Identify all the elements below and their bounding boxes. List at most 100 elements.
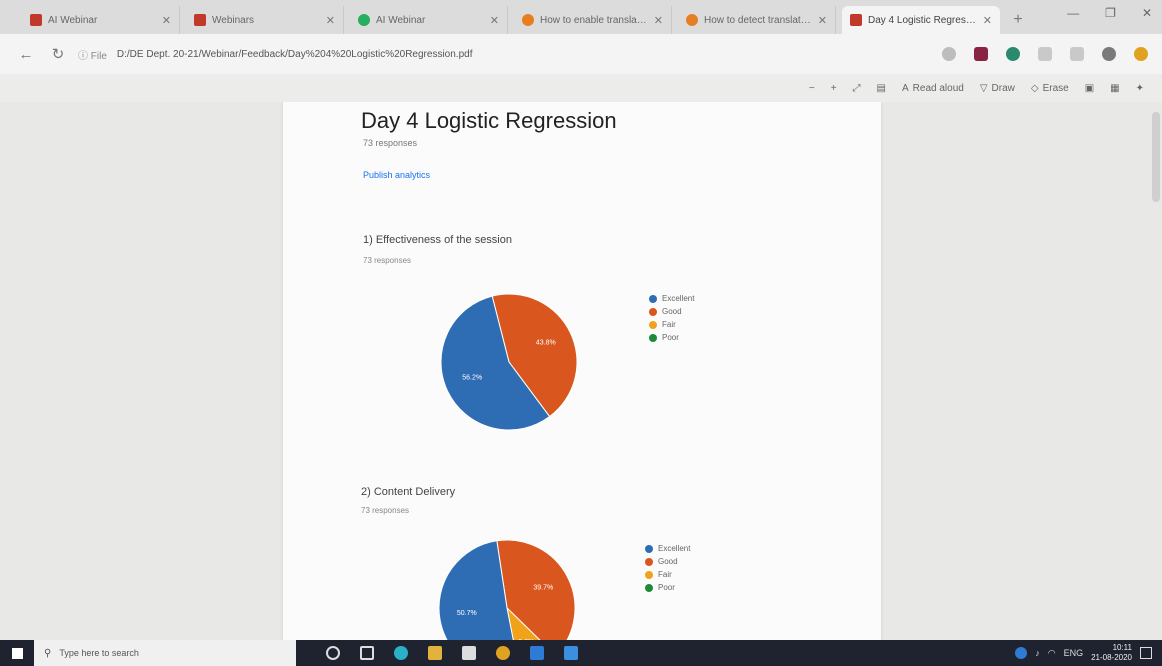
back-button[interactable]: ← [14, 42, 38, 66]
file-tag: File [90, 50, 107, 62]
clock-time: 10:11 [1112, 643, 1132, 652]
clock[interactable]: 10:11 21-08-2020 [1091, 643, 1132, 663]
legend-label: Poor [658, 583, 675, 592]
pin-icon[interactable]: ✦ [1136, 83, 1144, 94]
language-indicator[interactable]: ENG [1064, 648, 1084, 658]
file-info-icon[interactable]: ⓘ File [78, 47, 107, 62]
draw-label: Draw [991, 82, 1015, 94]
more-icon[interactable] [1134, 47, 1148, 61]
close-tab-icon[interactable]: ✕ [490, 14, 499, 27]
pdf-toolbar: − + ⤢ ▤ A Read aloud ▽ Draw ◇ Erase ▣ ▦ … [0, 74, 1162, 102]
question-responses: 73 responses [361, 506, 410, 515]
page-view-icon[interactable]: ▤ [877, 83, 886, 94]
edge-icon[interactable] [394, 646, 408, 660]
chart-legend: Excellent Good Fair Poor [645, 542, 690, 594]
legend-item: Fair [649, 318, 694, 331]
cortana-icon[interactable] [326, 646, 340, 660]
browser-tab[interactable]: AI Webinar ✕ [22, 6, 180, 34]
legend-dot [649, 320, 657, 329]
wifi-icon[interactable]: ◠ [1048, 648, 1056, 659]
tab-label: Day 4 Logistic Regression [868, 14, 977, 26]
extension-icon[interactable] [1006, 47, 1020, 61]
extension-icon[interactable] [974, 47, 988, 61]
start-button[interactable] [0, 640, 34, 666]
favorites-icon[interactable] [1038, 47, 1052, 61]
system-tray: ♪ ◠ ENG 10:11 21-08-2020 [1015, 643, 1152, 663]
pie-chart-content-delivery: 39.7%9.6%50.7% [438, 539, 576, 640]
address-bar: ← ↻ ⓘ File D:/DE Dept. 20-21/Webinar/Fee… [0, 34, 1162, 74]
collections-icon[interactable] [1070, 47, 1084, 61]
read-aloud-button[interactable]: A Read aloud [902, 83, 964, 94]
erase-label: Erase [1042, 82, 1069, 94]
close-tab-icon[interactable]: ✕ [818, 14, 827, 27]
browser-tab[interactable]: AI Webinar ✕ [350, 6, 508, 34]
pdf-favicon-icon [194, 14, 206, 26]
browser-tab-active[interactable]: Day 4 Logistic Regression ✕ [842, 6, 1000, 34]
pie-slice-label: 43.8% [536, 339, 556, 346]
browser-tab[interactable]: How to enable translation ✕ [514, 6, 672, 34]
question-responses: 73 responses [363, 256, 412, 265]
vertical-scrollbar[interactable] [1152, 112, 1160, 202]
legend-item: Good [645, 555, 690, 568]
draw-icon: ▽ [979, 82, 988, 94]
draw-button[interactable]: ▽ Draw [980, 83, 1015, 94]
publish-analytics-link[interactable]: Publish analytics [363, 170, 430, 180]
pdf-viewer[interactable]: Day 4 Logistic Regression 73 responses P… [0, 102, 1162, 640]
legend-item: Excellent [649, 292, 694, 305]
store-icon[interactable] [462, 646, 476, 660]
url-field[interactable]: ⓘ File D:/DE Dept. 20-21/Webinar/Feedbac… [78, 47, 942, 62]
legend-label: Good [662, 307, 682, 316]
task-view-icon[interactable] [360, 646, 374, 660]
legend-item: Poor [645, 581, 690, 594]
file-explorer-icon[interactable] [428, 646, 442, 660]
question-title: 2) Content Delivery [361, 486, 456, 498]
star-icon[interactable] [942, 47, 956, 61]
fit-page-icon[interactable]: ⤢ [853, 83, 861, 94]
close-tab-icon[interactable]: ✕ [654, 14, 663, 27]
legend-label: Fair [662, 320, 676, 329]
arrow-left-icon: ← [18, 45, 34, 63]
app-icon[interactable] [564, 646, 578, 660]
notification-icon[interactable] [1140, 647, 1152, 659]
erase-button[interactable]: ◇ Erase [1031, 83, 1069, 94]
erase-icon: ◇ [1030, 82, 1039, 94]
document-title: Day 4 Logistic Regression [361, 108, 617, 133]
legend-item: Fair [645, 568, 690, 581]
taskbar-search-field[interactable]: ⚲ Type here to search [34, 640, 296, 666]
question-title: 1) Effectiveness of the session [363, 234, 512, 246]
close-tab-icon[interactable]: ✕ [983, 14, 992, 27]
save-icon[interactable]: ▦ [1110, 83, 1119, 94]
network-icon[interactable] [1015, 647, 1028, 659]
close-window-button[interactable]: ✕ [1142, 6, 1152, 20]
windows-logo-icon [11, 647, 23, 659]
close-tab-icon[interactable]: ✕ [162, 14, 171, 27]
profile-icon[interactable] [1102, 47, 1116, 61]
close-tab-icon[interactable]: ✕ [326, 14, 335, 27]
minimize-button[interactable]: — [1067, 6, 1079, 20]
legend-label: Excellent [662, 294, 695, 303]
maximize-button[interactable]: ❐ [1105, 6, 1116, 20]
legend-item: Good [649, 305, 694, 318]
pdf-favicon-icon [30, 14, 42, 26]
print-icon[interactable]: ▣ [1085, 83, 1094, 94]
pie-slice-label: 39.7% [533, 584, 553, 591]
chrome-icon[interactable] [496, 646, 510, 660]
response-count: 73 responses [363, 138, 418, 148]
legend-label: Fair [658, 570, 672, 579]
browser-tab[interactable]: Webinars ✕ [186, 6, 344, 34]
legend-label: Poor [662, 333, 679, 342]
legend-label: Excellent [658, 544, 691, 553]
window-controls: — ❐ ✕ [1067, 6, 1152, 20]
app-icon[interactable] [530, 646, 544, 660]
volume-icon[interactable]: ♪ [1035, 648, 1040, 658]
zoom-out-icon[interactable]: − [809, 83, 815, 94]
site-favicon-icon [358, 14, 370, 26]
legend-dot [649, 294, 657, 303]
clock-date: 21-08-2020 [1091, 653, 1132, 662]
zoom-in-icon[interactable]: + [831, 83, 837, 94]
new-tab-button[interactable]: + [1006, 6, 1030, 34]
browser-tab[interactable]: How to detect translation ✕ [678, 6, 836, 34]
read-aloud-label: Read aloud [912, 82, 964, 94]
legend-label: Good [658, 557, 678, 566]
refresh-button[interactable]: ↻ [46, 42, 70, 66]
